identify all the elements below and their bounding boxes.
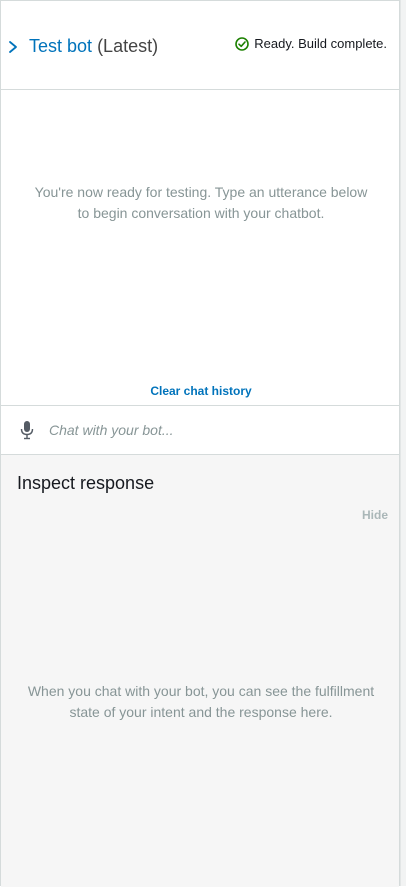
check-circle-icon [235,36,250,51]
test-bot-panel: Test bot (Latest) Ready. Build complete.… [0,0,400,887]
bot-version-label: (Latest) [97,36,159,56]
chevron-right-icon[interactable] [7,39,19,55]
clear-chat-history-link[interactable]: Clear chat history [1,384,401,398]
chat-input-row [1,405,399,455]
inspect-empty-message: When you chat with your bot, you can see… [27,683,375,720]
build-status: Ready. Build complete. [235,36,387,51]
test-bot-header: Test bot (Latest) Ready. Build complete. [1,1,399,90]
ready-message: You're now ready for testing. Type an ut… [34,184,368,221]
inspect-response-section: Inspect response Hide When you chat with… [1,455,399,887]
conversation-area: You're now ready for testing. Type an ut… [1,90,399,405]
chat-input[interactable] [49,416,379,444]
panel-edge-strip [400,0,406,886]
bot-name-link[interactable]: Test bot [29,36,92,56]
panel-title: Test bot (Latest) [29,35,158,57]
build-status-text: Ready. Build complete. [254,36,387,51]
inspect-response-title: Inspect response [17,473,155,493]
microphone-icon[interactable] [20,420,34,440]
hide-button[interactable]: Hide [362,508,388,522]
